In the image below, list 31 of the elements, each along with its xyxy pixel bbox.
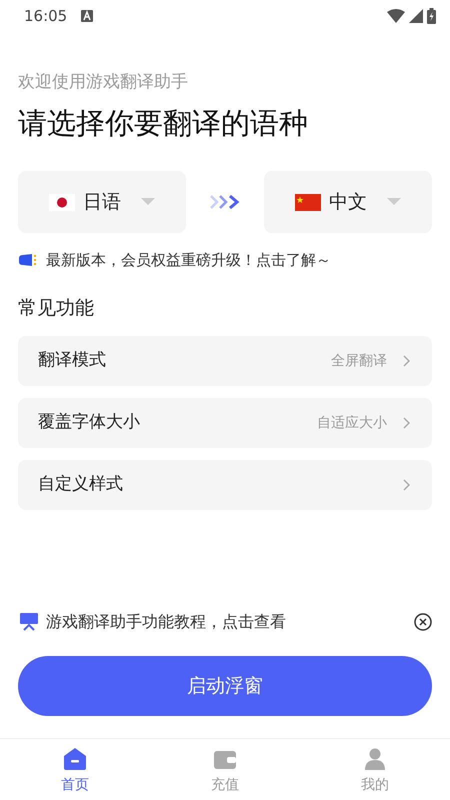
megaphone-icon: [18, 253, 38, 268]
person-icon: [363, 747, 387, 771]
chevron-icon: [403, 479, 410, 491]
page-title: 请选择你要翻译的语种: [18, 104, 309, 142]
settings-row[interactable]: 自定义样式: [18, 460, 432, 510]
home-icon: [63, 747, 87, 771]
notification-icon: [81, 10, 94, 22]
nav-tab[interactable]: 首页: [0, 739, 150, 800]
language-selector[interactable]: 中文: [264, 171, 432, 233]
language-selector[interactable]: 日语: [18, 171, 186, 233]
notice-link[interactable]: 最新版本，会员权益重磅升级！点击了解～: [46, 249, 331, 272]
tutorial-link[interactable]: 游戏翻译助手功能教程，点击查看: [46, 610, 406, 634]
section-title: 常见功能: [18, 296, 95, 320]
wifi-icon: [387, 9, 405, 23]
setting-value: 全屏翻译: [331, 352, 387, 370]
caret-icon: [387, 198, 401, 206]
flag-icon: [49, 194, 75, 210]
signal-icon: [409, 9, 423, 23]
monitor-icon: [20, 613, 38, 631]
close-icon: [414, 613, 432, 631]
settings-row[interactable]: 翻译模式 全屏翻译: [18, 336, 432, 386]
setting-value: 自适应大小: [317, 414, 387, 432]
settings-row[interactable]: 覆盖字体大小 自适应大小: [18, 398, 432, 448]
chevron-icon: [403, 417, 410, 429]
caret-icon: [141, 198, 155, 206]
flag-icon: [295, 194, 321, 210]
status-time: 16:05: [24, 6, 68, 27]
start-button[interactable]: 启动浮窗: [18, 656, 432, 716]
chevron-icon: [403, 355, 410, 367]
subtitle: 欢迎使用游戏翻译助手: [18, 71, 189, 94]
battery-icon: [427, 8, 436, 24]
